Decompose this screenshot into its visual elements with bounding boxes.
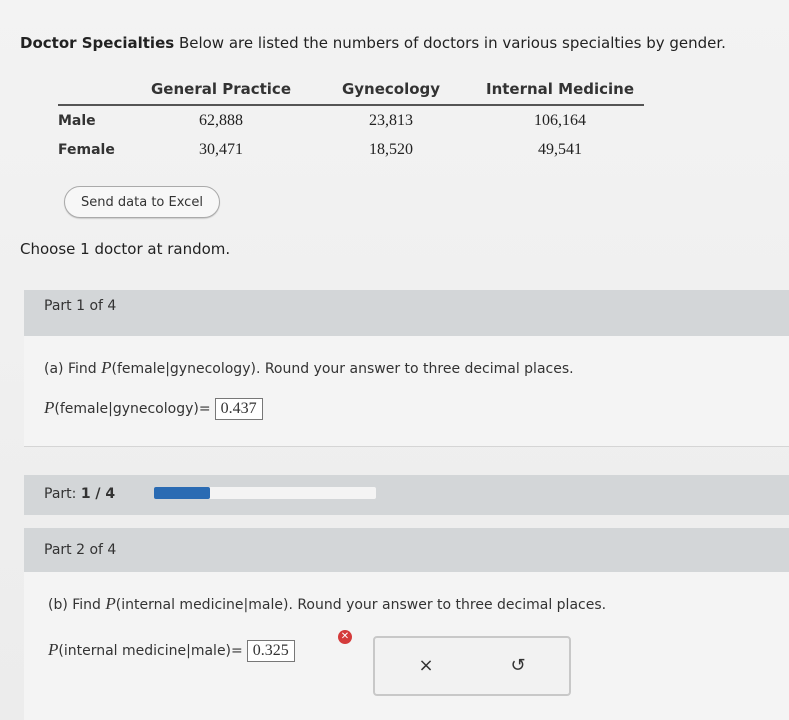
table-cell: 106,164 [534,112,586,129]
part1-question: (a) Find P(female|gynecology). Round you… [44,358,574,378]
answer-actions-box: × ↺ [373,636,571,696]
x-badge-icon: ✕ [338,630,352,644]
close-icon[interactable]: × [411,652,441,678]
probability-symbol: P [44,398,55,417]
row-label-female: Female [58,142,115,158]
problem-title: Doctor Specialties [20,34,175,52]
part2-answer-line: P(internal medicine|male)= 0.325 [48,640,295,662]
worksheet-page: Doctor Specialties Below are listed the … [0,0,789,720]
question-suffix: . Round your answer to three decimal pla… [288,597,607,613]
part2-answer-field[interactable]: 0.325 [246,640,295,662]
progress-label: Part: 1 / 4 [44,486,115,502]
progress-value: 1 / 4 [80,486,116,502]
part2-header: Part 2 of 4 [44,542,117,558]
question-prefix: (a) Find [44,361,102,377]
table-header-internal-medicine: Internal Medicine [476,74,644,106]
equals-sign: = [198,401,211,417]
table-row: Female 30,471 18,520 49,541 [58,135,644,164]
table-cell: 18,520 [369,141,413,158]
progress-prefix: Part: [44,486,81,502]
row-label-male: Male [58,113,96,129]
problem-intro: Doctor Specialties Below are listed the … [20,34,726,52]
probability-symbol: P [105,594,116,613]
progress-bar [154,487,376,499]
question-suffix: . Round your answer to three decimal pla… [255,361,574,377]
question-expression: (female|gynecology) [111,361,256,377]
part1-header-band: Part 1 of 4 [24,290,789,336]
table-cell: 23,813 [369,112,413,129]
table-header-row: General Practice Gynecology Internal Med… [58,74,644,106]
progress-bar-fill [154,487,210,499]
equals-sign: = [231,643,243,659]
question-prefix: (b) Find [48,597,106,613]
specialty-table: General Practice Gynecology Internal Med… [58,74,644,164]
instruction-text: Choose 1 doctor at random. [20,240,231,258]
table-cell: 62,888 [199,112,243,129]
send-to-excel-button[interactable]: Send data to Excel [64,186,220,218]
table-header-gynecology: Gynecology [306,74,476,106]
answer-expression: (female|gynecology) [54,401,199,417]
table-header-blank [58,74,136,106]
undo-icon[interactable]: ↺ [503,652,533,678]
probability-symbol: P [48,640,59,659]
part1-answer-field[interactable]: 0.437 [214,398,263,420]
table-cell: 30,471 [199,141,243,158]
table-cell: 49,541 [538,141,582,158]
part1-panel: (a) Find P(female|gynecology). Round you… [24,336,789,447]
part1-header: Part 1 of 4 [44,298,117,314]
answer-expression: (internal medicine|male) [58,643,232,659]
table-header-general-practice: General Practice [136,74,306,106]
probability-symbol: P [101,358,112,377]
table-row: Male 62,888 23,813 106,164 [58,105,644,135]
part1-answer-line: P(female|gynecology)= 0.437 [44,398,263,420]
problem-description: Below are listed the numbers of doctors … [174,34,726,52]
progress-band: Part: 1 / 4 [24,475,789,515]
part2-header-band: Part 2 of 4 [24,528,789,572]
question-expression: (internal medicine|male) [115,597,289,613]
part2-question: (b) Find P(internal medicine|male). Roun… [48,594,606,614]
